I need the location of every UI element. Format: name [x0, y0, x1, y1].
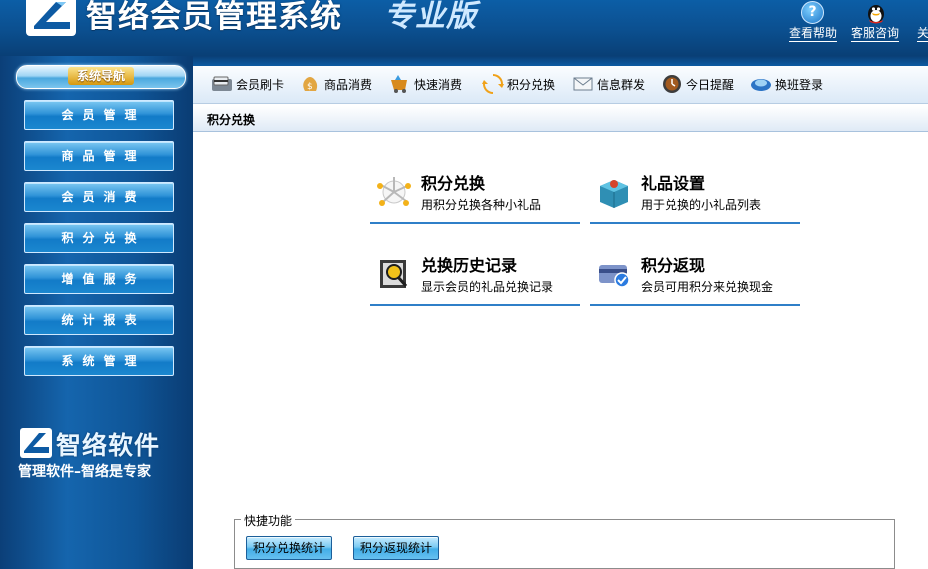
gift-settings-icon [596, 174, 632, 210]
app-logo-icon [26, 0, 76, 36]
top-strip [193, 56, 928, 66]
toolbar-points-exchange[interactable]: 积分兑换 [482, 73, 555, 95]
func-desc: 显示会员的礼品兑换记录 [421, 280, 554, 294]
exchange-icon [482, 74, 504, 94]
func-desc: 会员可用积分来兑换现金 [641, 280, 774, 294]
clock-icon [661, 74, 683, 94]
toolbar-label: 换班登录 [775, 77, 824, 92]
func-title: 积分兑换 [421, 174, 486, 193]
customer-service-link[interactable]: 客服咨询 [851, 26, 900, 42]
shift-login-icon [750, 74, 772, 94]
toolbar-today-reminder[interactable]: 今日提醒 [661, 73, 734, 95]
toolbar-product-consumption[interactable]: $ 商品消费 [299, 73, 372, 95]
brand-logo-icon [20, 428, 52, 458]
sidebar-item-member-consumption[interactable]: 会员消费 [24, 182, 174, 212]
sidebar-item-product-management[interactable]: 商品管理 [24, 141, 174, 171]
svg-text:$: $ [307, 82, 313, 92]
section-title: 积分兑换 [207, 113, 256, 127]
func-points-cashback[interactable]: 积分返现 会员可用积分来兑换现金 [590, 252, 800, 306]
toolbar-label: 今日提醒 [686, 77, 735, 92]
cashback-card-icon [596, 256, 632, 292]
toolbar-label: 快速消费 [414, 77, 463, 92]
func-gift-settings[interactable]: 礼品设置 用于兑换的小礼品列表 [590, 170, 800, 224]
header-link-truncated[interactable]: 关 [917, 26, 928, 42]
points-cashback-stats-button[interactable]: 积分返现统计 [353, 536, 440, 560]
func-desc: 用积分兑换各种小礼品 [421, 198, 542, 212]
sidebar-item-points-exchange[interactable]: 积分兑换 [24, 223, 174, 253]
toolbar: 会员刷卡 $ 商品消费 快速消费 积分兑换 信息群发 今日提醒 换班登录 [193, 66, 928, 104]
points-exchange-icon [376, 174, 412, 210]
help-icon[interactable]: ? [801, 1, 824, 24]
func-exchange-history[interactable]: 兑换历史记录 显示会员的礼品兑换记录 [370, 252, 580, 306]
sidebar-item-statistics[interactable]: 统计报表 [24, 305, 174, 335]
quick-functions-panel: 快捷功能 积分兑换统计 积分返现统计 [234, 512, 895, 569]
func-title: 礼品设置 [641, 174, 706, 193]
toolbar-member-card[interactable]: 会员刷卡 [211, 73, 284, 95]
nav-header: 系统导航 [16, 65, 186, 89]
brand-name: 智络软件 [56, 431, 161, 460]
sidebar-item-system-management[interactable]: 系统管理 [24, 346, 174, 376]
func-points-exchange[interactable]: 积分兑换 用积分兑换各种小礼品 [370, 170, 580, 224]
fast-purchase-icon [389, 74, 411, 94]
money-bag-icon: $ [299, 74, 321, 94]
toolbar-label: 积分兑换 [507, 77, 556, 92]
points-exchange-stats-button[interactable]: 积分兑换统计 [246, 536, 333, 560]
history-search-icon [376, 256, 412, 292]
app-edition: 专业版 [384, 0, 477, 34]
nav-header-label: 系统导航 [67, 67, 135, 85]
func-desc: 用于兑换的小礼品列表 [641, 198, 762, 212]
envelope-icon [572, 74, 594, 94]
qq-icon[interactable] [863, 0, 889, 24]
toolbar-label: 会员刷卡 [236, 77, 285, 92]
app-title: 智络会员管理系统 [86, 0, 342, 35]
section-header: 积分兑换 [193, 106, 928, 132]
func-title: 积分返现 [641, 256, 706, 275]
view-help-link[interactable]: 查看帮助 [789, 26, 838, 42]
sidebar: 系统导航 会员管理 商品管理 会员消费 积分兑换 增值服务 统计报表 系统管理 … [0, 56, 193, 569]
toolbar-label: 商品消费 [324, 77, 373, 92]
toolbar-mass-message[interactable]: 信息群发 [572, 73, 645, 95]
toolbar-shift-login[interactable]: 换班登录 [750, 73, 823, 95]
toolbar-label: 信息群发 [597, 77, 646, 92]
func-title: 兑换历史记录 [421, 256, 518, 275]
card-reader-icon [211, 74, 233, 94]
app-header: 智络会员管理系统 专业版 ? 查看帮助 客服咨询 关 [0, 0, 928, 56]
brand-slogan: 管理软件–智络是专家 [18, 464, 151, 480]
sidebar-item-member-management[interactable]: 会员管理 [24, 100, 174, 130]
sidebar-item-value-added[interactable]: 增值服务 [24, 264, 174, 294]
toolbar-fast-purchase[interactable]: 快速消费 [389, 73, 462, 95]
quick-functions-legend: 快捷功能 [241, 512, 296, 529]
